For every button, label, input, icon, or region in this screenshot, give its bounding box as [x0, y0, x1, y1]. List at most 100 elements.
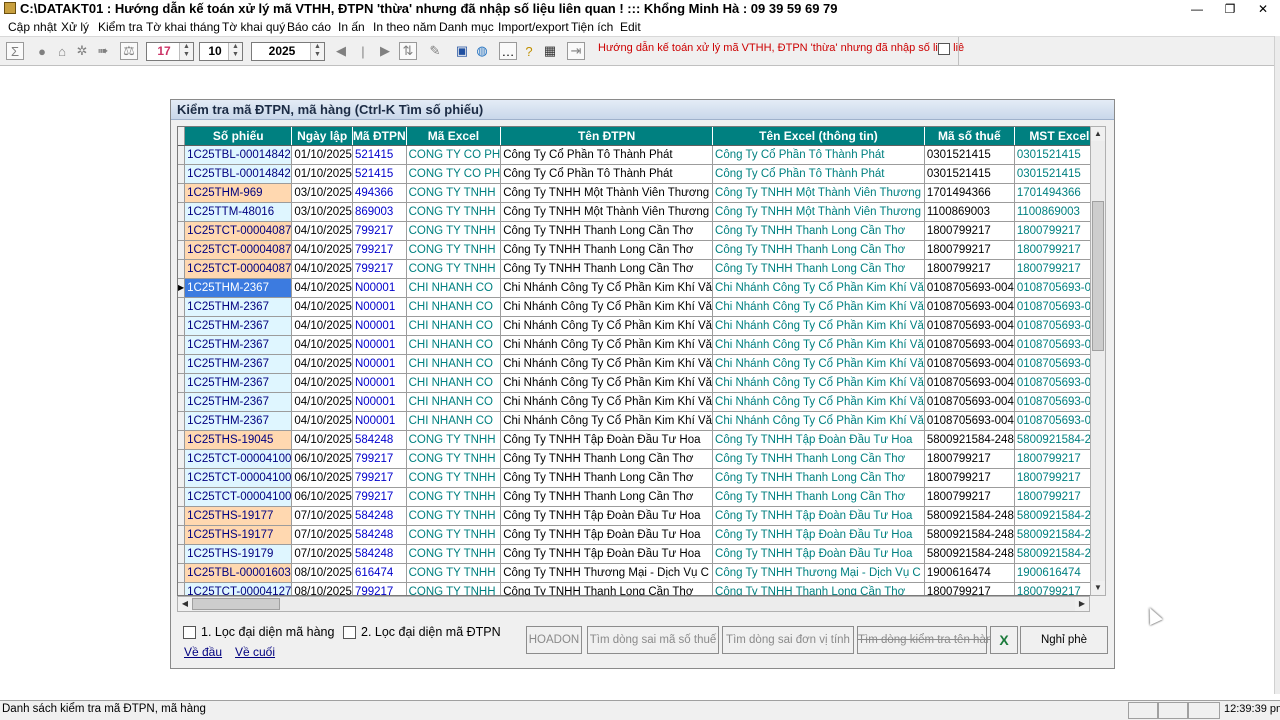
globe-icon[interactable]: ◍	[473, 42, 491, 60]
scroll-down-icon[interactable]: ▼	[1091, 581, 1105, 595]
cell-mst-excel[interactable]: 0301521415	[1014, 145, 1096, 165]
cell-ma-dtpn[interactable]: N00001	[352, 392, 407, 412]
cell-ten-dtpn[interactable]: Công Ty TNHH Thanh Long Cần Thơ	[500, 449, 714, 469]
row-selector[interactable]	[178, 373, 186, 393]
cell-ten-excel[interactable]: Công Ty TNHH Một Thành Viên Thương	[712, 202, 925, 222]
cell-mst-excel[interactable]: 0108705693-004	[1014, 354, 1096, 374]
row-selector[interactable]	[178, 202, 186, 222]
table-row[interactable]: 1C25TCT-00004087 04/10/2025 799217 CONG TY …	[178, 240, 1096, 260]
cell-ma-excel[interactable]: CHI NHANH CO	[406, 316, 502, 336]
cell-so-phieu[interactable]: 1C25THS-19179	[184, 544, 293, 564]
menu-kiem-tra[interactable]: Kiểm tra	[98, 18, 143, 36]
cell-mst-excel[interactable]: 0108705693-004	[1014, 411, 1096, 431]
cell-ngay-lap[interactable]: 04/10/2025	[291, 278, 353, 298]
row-selector[interactable]	[178, 164, 186, 184]
row-selector[interactable]	[178, 487, 186, 507]
sort-icon[interactable]: ⇅	[399, 42, 417, 60]
cell-ten-dtpn[interactable]: Chi Nhánh Công Ty Cổ Phần Kim Khí Vă	[500, 335, 714, 355]
calculator-icon[interactable]: ▦	[541, 42, 559, 60]
cell-ten-dtpn[interactable]: Công Ty Cổ Phần Tô Thành Phát	[500, 164, 714, 184]
cell-ten-dtpn[interactable]: Chi Nhánh Công Ty Cổ Phần Kim Khí Vă	[500, 297, 714, 317]
cell-ma-dtpn[interactable]: N00001	[352, 373, 407, 393]
cell-ngay-lap[interactable]: 01/10/2025	[291, 164, 353, 184]
cell-mst-excel[interactable]: 1800799217	[1014, 259, 1096, 279]
cell-ten-excel[interactable]: Chi Nhánh Công Ty Cổ Phần Kim Khí Vă	[712, 354, 925, 374]
row-selector[interactable]	[178, 582, 186, 595]
cell-ma-so-thue[interactable]: 0108705693-004	[924, 373, 1015, 393]
cell-mst-excel[interactable]: 0108705693-004	[1014, 316, 1096, 336]
row-selector[interactable]	[178, 506, 186, 526]
cell-ma-dtpn[interactable]: 521415	[352, 164, 407, 184]
cell-mst-excel[interactable]: 5800921584-248	[1014, 430, 1096, 450]
cell-ma-so-thue[interactable]: 1800799217	[924, 240, 1015, 260]
sum-icon[interactable]: Σ	[6, 42, 24, 60]
cell-ten-excel[interactable]: Công Ty TNHH Tập Đoàn Đầu Tư Hoa	[712, 525, 925, 545]
cell-ten-dtpn[interactable]: Công Ty TNHH Tập Đoàn Đầu Tư Hoa	[500, 430, 714, 450]
menu-in-theo-nam[interactable]: In theo năm	[373, 18, 436, 36]
cell-ma-so-thue[interactable]: 0108705693-004	[924, 278, 1015, 298]
cell-ma-dtpn[interactable]: N00001	[352, 278, 407, 298]
cell-ma-dtpn[interactable]: 869003	[352, 202, 407, 222]
col-ma-dtpn[interactable]: Mã ĐTPN	[352, 127, 407, 146]
day-spinner[interactable]: 17 ▲ ▼	[146, 42, 194, 61]
cell-mst-excel[interactable]: 1800799217	[1014, 449, 1096, 469]
row-selector[interactable]	[178, 563, 186, 583]
cell-ten-dtpn[interactable]: Chi Nhánh Công Ty Cổ Phần Kim Khí Vă	[500, 316, 714, 336]
cell-ma-so-thue[interactable]: 1800799217	[924, 468, 1015, 488]
cell-ngay-lap[interactable]: 04/10/2025	[291, 354, 353, 374]
scroll-thumb[interactable]	[1092, 201, 1104, 351]
cell-so-phieu[interactable]: 1C25TCT-00004087	[184, 259, 293, 279]
cell-ma-dtpn[interactable]: 799217	[352, 487, 407, 507]
cell-ngay-lap[interactable]: 04/10/2025	[291, 259, 353, 279]
grid-horizontal-scrollbar[interactable]: ◀ ▶	[177, 596, 1090, 612]
row-selector[interactable]	[178, 525, 186, 545]
cell-ten-dtpn[interactable]: Chi Nhánh Công Ty Cổ Phần Kim Khí Vă	[500, 373, 714, 393]
cell-ma-so-thue[interactable]: 0301521415	[924, 164, 1015, 184]
cell-mst-excel[interactable]: 1800799217	[1014, 221, 1096, 241]
row-selector[interactable]	[178, 221, 186, 241]
cell-ma-so-thue[interactable]: 0108705693-004	[924, 335, 1015, 355]
filter-partners-checkbox[interactable]: 2. Lọc đại diện mã ĐTPN	[343, 624, 501, 640]
cell-ma-excel[interactable]: CONG TY TNHH	[406, 259, 502, 279]
menu-cap-nhat[interactable]: Cập nhật	[8, 18, 57, 36]
table-row[interactable]: 1C25THS-19177 07/10/2025 584248 CONG TY TNH…	[178, 506, 1096, 526]
cell-ma-so-thue[interactable]: 1800799217	[924, 449, 1015, 469]
restore-button[interactable]: ❐	[1213, 0, 1247, 18]
scroll-right-icon[interactable]: ▶	[1075, 597, 1089, 611]
filter-items-checkbox[interactable]: 1. Lọc đại diện mã hàng	[183, 624, 334, 640]
home-icon[interactable]: ⌂	[53, 42, 71, 60]
cell-ma-dtpn[interactable]: N00001	[352, 297, 407, 317]
cell-ten-excel[interactable]: Chi Nhánh Công Ty Cổ Phần Kim Khí Vă	[712, 373, 925, 393]
cell-ma-dtpn[interactable]: 799217	[352, 449, 407, 469]
spinner-arrows-icon[interactable]: ▲ ▼	[310, 43, 324, 60]
cell-ma-excel[interactable]: CONG TY CO PH	[406, 145, 502, 165]
checkbox-box[interactable]	[343, 625, 356, 639]
cell-ngay-lap[interactable]: 04/10/2025	[291, 221, 353, 241]
cell-ten-dtpn[interactable]: Công Ty TNHH Thanh Long Cần Thơ	[500, 240, 714, 260]
row-selector[interactable]	[178, 430, 186, 450]
cell-ma-so-thue[interactable]: 0108705693-004	[924, 411, 1015, 431]
cell-ten-dtpn[interactable]: Công Ty TNHH Thanh Long Cần Thơ	[500, 468, 714, 488]
cell-ten-excel[interactable]: Công Ty TNHH Thanh Long Cần Thơ	[712, 487, 925, 507]
table-row[interactable]: 1C25THM-2367 04/10/2025 N00001 CHI NHANH CO…	[178, 335, 1096, 355]
spinner-arrows-icon[interactable]: ▲ ▼	[228, 43, 242, 60]
cell-ma-excel[interactable]: CONG TY TNHH	[406, 468, 502, 488]
cell-ngay-lap[interactable]: 08/10/2025	[291, 582, 353, 595]
cell-so-phieu[interactable]: 1C25THM-2367	[184, 392, 293, 412]
cell-ma-excel[interactable]: CONG TY TNHH	[406, 582, 502, 595]
cell-ten-excel[interactable]: Chi Nhánh Công Ty Cổ Phần Kim Khí Vă	[712, 411, 925, 431]
menu-edit[interactable]: Edit	[620, 18, 641, 36]
cell-mst-excel[interactable]: 0108705693-004	[1014, 297, 1096, 317]
table-row[interactable]: 1C25THS-19179 07/10/2025 584248 CONG TY TNH…	[178, 544, 1096, 564]
table-row[interactable]: 1C25THM-2367 04/10/2025 N00001 CHI NHANH CO…	[178, 392, 1096, 412]
col-mst-excel[interactable]: MST Excel	[1014, 127, 1096, 146]
row-selector[interactable]	[178, 354, 186, 374]
cell-ngay-lap[interactable]: 07/10/2025	[291, 506, 353, 526]
cell-ten-excel[interactable]: Chi Nhánh Công Ty Cổ Phần Kim Khí Vă	[712, 392, 925, 412]
cell-ten-dtpn[interactable]: Công Ty TNHH Thanh Long Cần Thơ	[500, 221, 714, 241]
cell-ma-dtpn[interactable]: 799217	[352, 221, 407, 241]
menu-xu-ly[interactable]: Xử lý	[61, 18, 89, 36]
cell-ten-dtpn[interactable]: Công Ty TNHH Một Thành Viên Thương	[500, 202, 714, 222]
cell-ten-dtpn[interactable]: Công Ty TNHH Thanh Long Cần Thơ	[500, 259, 714, 279]
scroll-thumb[interactable]	[192, 598, 280, 610]
